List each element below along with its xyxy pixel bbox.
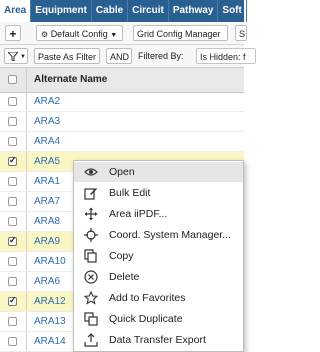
paste-as-filter-button[interactable]: Paste As Filter	[34, 48, 100, 64]
delete-icon	[84, 270, 98, 284]
row-checkbox[interactable]	[8, 277, 17, 286]
row-checkbox[interactable]	[8, 155, 17, 166]
row-checkbox-cell	[0, 272, 27, 291]
row-checkbox[interactable]	[8, 177, 17, 186]
settings-icon: ⚙	[41, 30, 49, 39]
crosshair-icon	[84, 228, 98, 242]
menu-item-label: Bulk Edit	[109, 187, 151, 199]
row-checkbox-cell	[0, 92, 27, 111]
row-checkbox[interactable]	[8, 235, 17, 246]
move-icon	[84, 207, 98, 221]
row-name[interactable]: ARA13	[34, 312, 66, 332]
menu-item-quick-duplicate[interactable]: Quick Duplicate	[74, 309, 243, 329]
row-checkbox[interactable]	[8, 337, 17, 346]
table-row[interactable]: ARA3	[0, 112, 244, 132]
chevron-down-icon: ▼	[110, 32, 118, 39]
chevron-down-icon: ▼	[20, 54, 26, 60]
column-header-alternate-name[interactable]: Alternate Name	[34, 68, 107, 92]
table-row[interactable]: ARA4	[0, 132, 244, 152]
row-checkbox-cell	[0, 312, 27, 331]
and-button[interactable]: AND	[106, 48, 132, 64]
select-all-checkbox[interactable]	[8, 75, 17, 84]
row-name[interactable]: ARA9	[34, 232, 60, 252]
row-checkbox[interactable]	[8, 97, 17, 106]
row-checkbox-cell	[0, 172, 27, 191]
tab-area[interactable]: Area	[0, 0, 32, 22]
grid-config-manager-button[interactable]: Grid Config Manager	[133, 25, 228, 41]
row-name[interactable]: ARA12	[34, 292, 66, 312]
config-dropdown[interactable]: ⚙ Default Config ▼	[36, 25, 123, 41]
row-checkbox-cell	[0, 232, 27, 251]
menu-item-label: Area iiPDF...	[109, 208, 168, 220]
tab-bar: Area Equipment Cable Circuit Pathway Sof…	[0, 0, 247, 22]
menu-item-label: Add to Favorites	[109, 292, 186, 304]
row-checkbox-cell	[0, 112, 27, 131]
row-name[interactable]: ARA6	[34, 272, 60, 292]
star-icon	[83, 290, 99, 305]
filter-bar: ▼ Paste As Filter AND Filtered By: Is Hi…	[0, 45, 256, 68]
tab-soft[interactable]: Soft	[218, 0, 247, 22]
row-name[interactable]: ARA3	[34, 112, 60, 132]
row-checkbox[interactable]	[8, 197, 17, 206]
row-name[interactable]: ARA14	[34, 332, 66, 352]
menu-item-label: Data Transfer Export	[109, 334, 206, 346]
row-checkbox-cell	[0, 292, 27, 311]
grid-header: Alternate Name	[0, 68, 244, 93]
select-all-cell	[0, 68, 27, 92]
row-name[interactable]: ARA1	[34, 172, 60, 192]
eye-icon	[84, 165, 98, 179]
row-name[interactable]: ARA10	[34, 252, 66, 272]
row-checkbox-cell	[0, 212, 27, 231]
filter-button[interactable]: ▼	[4, 48, 28, 64]
row-checkbox-cell	[0, 132, 27, 151]
menu-item-label: Quick Duplicate	[109, 313, 183, 325]
row-checkbox[interactable]	[8, 317, 17, 326]
menu-item-label: Delete	[109, 271, 140, 283]
filter-value-field[interactable]: Is Hidden: f	[196, 48, 256, 64]
filtered-by-label: Filtered By:	[138, 51, 184, 61]
menu-item-label: Coord. System Manager...	[109, 229, 231, 241]
truncated-button[interactable]: S	[235, 25, 247, 41]
row-checkbox[interactable]	[8, 117, 17, 126]
row-checkbox[interactable]	[8, 257, 17, 266]
config-label: Default Config	[50, 29, 108, 39]
menu-item-bulk-edit[interactable]: Bulk Edit	[74, 183, 243, 203]
duplicate-icon	[84, 312, 98, 326]
menu-item-label: Copy	[109, 250, 134, 262]
tab-circuit[interactable]: Circuit	[128, 0, 169, 22]
toolbar: + ⚙ Default Config ▼ Grid Config Manager…	[0, 22, 247, 45]
row-checkbox[interactable]	[8, 295, 17, 306]
row-checkbox-cell	[0, 252, 27, 271]
edit-icon	[84, 186, 98, 200]
menu-item-add-to-favorites[interactable]: Add to Favorites	[74, 288, 243, 308]
tab-pathway[interactable]: Pathway	[169, 0, 219, 22]
menu-item-copy[interactable]: Copy	[74, 246, 243, 266]
tab-cable[interactable]: Cable	[92, 0, 129, 22]
row-name[interactable]: ARA5	[34, 152, 60, 172]
row-name[interactable]: ARA4	[34, 132, 60, 152]
menu-item-delete[interactable]: Delete	[74, 267, 243, 287]
copy-icon	[84, 249, 98, 263]
menu-item-data-transfer-export[interactable]: Data Transfer Export	[74, 330, 243, 350]
table-row[interactable]: ARA2	[0, 92, 244, 112]
row-checkbox[interactable]	[8, 217, 17, 226]
tab-equipment[interactable]: Equipment	[31, 0, 92, 22]
row-checkbox[interactable]	[8, 137, 17, 146]
row-name[interactable]: ARA8	[34, 212, 60, 232]
menu-item-coord-system-manager[interactable]: Coord. System Manager...	[74, 225, 243, 245]
menu-item-area-iipdf[interactable]: Area iiPDF...	[74, 204, 243, 224]
add-button[interactable]: +	[5, 25, 21, 41]
menu-item-open[interactable]: Open	[74, 162, 243, 182]
row-checkbox-cell	[0, 332, 27, 351]
row-checkbox-cell	[0, 192, 27, 211]
row-name[interactable]: ARA7	[34, 192, 60, 212]
context-menu: Open Bulk Edit Area iiPDF... Coord. Syst…	[73, 160, 244, 352]
menu-item-label: Open	[109, 166, 135, 178]
export-icon	[84, 333, 98, 347]
row-checkbox-cell	[0, 152, 27, 171]
row-name[interactable]: ARA2	[34, 92, 60, 112]
